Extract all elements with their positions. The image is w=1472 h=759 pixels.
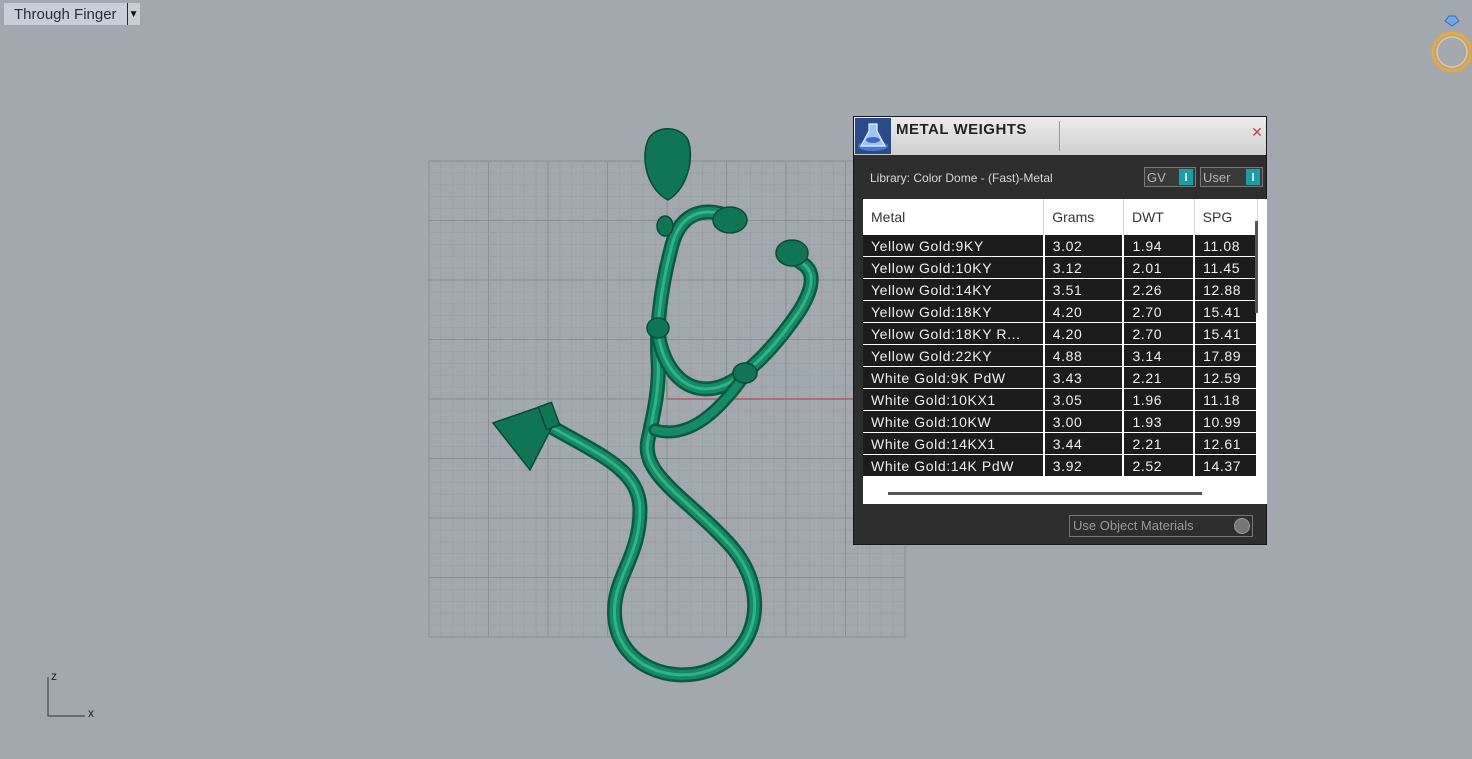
- ring-icon[interactable]: [1427, 13, 1471, 77]
- cell-spg: 12.88: [1194, 278, 1258, 301]
- cell-metal: White Gold:14K PdW: [863, 454, 1045, 477]
- cell-spg: 12.59: [1194, 366, 1258, 389]
- metal-weights-table-container[interactable]: Metal Grams DWT SPG Yellow Gold:9KY 3.02 1…: [863, 199, 1267, 504]
- cell-grams: 3.43: [1043, 366, 1125, 389]
- metal-weights-table: Metal Grams DWT SPG Yellow Gold:9KY 3.02 1…: [863, 199, 1258, 477]
- gv-toggle[interactable]: GV: [1144, 167, 1196, 187]
- user-toggle[interactable]: User: [1200, 167, 1263, 187]
- cell-metal: White Gold:14KX1: [863, 432, 1045, 455]
- gv-toggle-switch[interactable]: [1179, 169, 1193, 185]
- table-row[interactable]: White Gold:9K PdW 3.43 2.21 12.59: [863, 366, 1258, 389]
- cell-spg: 11.18: [1194, 388, 1258, 411]
- table-row[interactable]: Yellow Gold:14KY 3.51 2.26 12.88: [863, 278, 1258, 301]
- cell-spg: 15.41: [1194, 300, 1258, 323]
- gv-toggle-label: GV: [1147, 169, 1166, 185]
- stethoscope-pendant-model[interactable]: [491, 128, 819, 683]
- panel-title: METAL WEIGHTS: [896, 121, 1027, 138]
- library-label: Library: Color Dome - (Fast)-Metal: [870, 171, 1053, 185]
- vertical-scrollbar[interactable]: [1255, 221, 1258, 313]
- cell-dwt: 1.93: [1123, 410, 1196, 433]
- cell-metal: Yellow Gold:22KY: [863, 344, 1045, 367]
- cell-spg: 15.41: [1194, 322, 1258, 345]
- cell-grams: 3.02: [1043, 235, 1125, 257]
- table-header-row: Metal Grams DWT SPG: [863, 199, 1258, 235]
- cell-spg: 14.37: [1194, 454, 1258, 477]
- cell-metal: Yellow Gold:18KY: [863, 300, 1045, 323]
- table-row[interactable]: Yellow Gold:9KY 3.02 1.94 11.08: [863, 235, 1258, 257]
- cell-grams: 3.92: [1043, 454, 1125, 477]
- title-divider: [1059, 121, 1060, 151]
- metal-weights-panel[interactable]: METAL WEIGHTS ✕ Library: Color Dome - (F…: [853, 116, 1267, 545]
- table-row[interactable]: Yellow Gold:18KY 4.20 2.70 15.41: [863, 300, 1258, 323]
- column-header-grams[interactable]: Grams: [1043, 199, 1124, 235]
- close-icon[interactable]: ✕: [1250, 125, 1264, 139]
- cell-spg: 10.99: [1194, 410, 1258, 433]
- viewport[interactable]: Through Finger ▼ z x METAL WEIGHTS ✕ Lib…: [0, 0, 1472, 759]
- user-toggle-switch[interactable]: [1246, 169, 1260, 185]
- cell-dwt: 2.01: [1123, 256, 1196, 279]
- cell-spg: 17.89: [1194, 344, 1258, 367]
- cell-grams: 4.20: [1043, 300, 1125, 323]
- cell-metal: Yellow Gold:9KY: [863, 235, 1045, 257]
- cell-dwt: 2.21: [1123, 432, 1196, 455]
- cell-dwt: 2.21: [1123, 366, 1196, 389]
- cell-metal: Yellow Gold:10KY: [863, 256, 1045, 279]
- x-axis-label: x: [88, 706, 94, 720]
- cell-dwt: 1.94: [1123, 235, 1196, 257]
- cell-metal: White Gold:10KX1: [863, 388, 1045, 411]
- user-toggle-label: User: [1203, 169, 1231, 185]
- cell-metal: White Gold:9K PdW: [863, 366, 1045, 389]
- cell-grams: 4.20: [1043, 322, 1125, 345]
- cell-dwt: 3.14: [1123, 344, 1196, 367]
- use-object-materials-radio[interactable]: [1234, 518, 1250, 534]
- cell-spg: 11.45: [1194, 256, 1258, 279]
- cell-metal: White Gold:10KW: [863, 410, 1045, 433]
- cell-dwt: 2.26: [1123, 278, 1196, 301]
- table-row[interactable]: White Gold:14KX1 3.44 2.21 12.61: [863, 432, 1258, 455]
- cell-grams: 3.51: [1043, 278, 1125, 301]
- table-row[interactable]: White Gold:14K PdW 3.92 2.52 14.37: [863, 454, 1258, 477]
- cell-spg: 11.08: [1194, 235, 1258, 257]
- cell-spg: 12.61: [1194, 432, 1258, 455]
- column-header-spg[interactable]: SPG: [1194, 199, 1258, 235]
- z-axis-label: z: [51, 669, 57, 683]
- cell-grams: 3.00: [1043, 410, 1125, 433]
- column-header-metal[interactable]: Metal: [863, 199, 1045, 235]
- table-row[interactable]: Yellow Gold:10KY 3.12 2.01 11.45: [863, 256, 1258, 279]
- table-row[interactable]: White Gold:10KX1 3.05 1.96 11.18: [863, 388, 1258, 411]
- cell-dwt: 2.70: [1123, 300, 1196, 323]
- chevron-down-icon[interactable]: ▼: [126, 3, 140, 25]
- use-object-materials-label: Use Object Materials: [1073, 518, 1194, 533]
- flask-logo-icon: [855, 118, 891, 154]
- cell-dwt: 2.70: [1123, 322, 1196, 345]
- cell-grams: 4.88: [1043, 344, 1125, 367]
- table-row[interactable]: Yellow Gold:22KY 4.88 3.14 17.89: [863, 344, 1258, 367]
- cell-dwt: 1.96: [1123, 388, 1196, 411]
- horizontal-scrollbar[interactable]: [888, 492, 1202, 495]
- use-object-materials-option[interactable]: Use Object Materials: [1069, 515, 1253, 537]
- viewport-title: Through Finger: [14, 5, 117, 23]
- table-row[interactable]: Yellow Gold:18KY R... 4.20 2.70 15.41: [863, 322, 1258, 345]
- cell-grams: 3.12: [1043, 256, 1125, 279]
- column-header-dwt[interactable]: DWT: [1123, 199, 1195, 235]
- panel-titlebar[interactable]: METAL WEIGHTS ✕: [854, 117, 1266, 155]
- cell-dwt: 2.52: [1123, 454, 1196, 477]
- viewport-title-tab[interactable]: Through Finger ▼: [4, 3, 140, 25]
- table-row[interactable]: White Gold:10KW 3.00 1.93 10.99: [863, 410, 1258, 433]
- cell-metal: Yellow Gold:14KY: [863, 278, 1045, 301]
- cell-metal: Yellow Gold:18KY R...: [863, 322, 1045, 345]
- cell-grams: 3.44: [1043, 432, 1125, 455]
- cell-grams: 3.05: [1043, 388, 1125, 411]
